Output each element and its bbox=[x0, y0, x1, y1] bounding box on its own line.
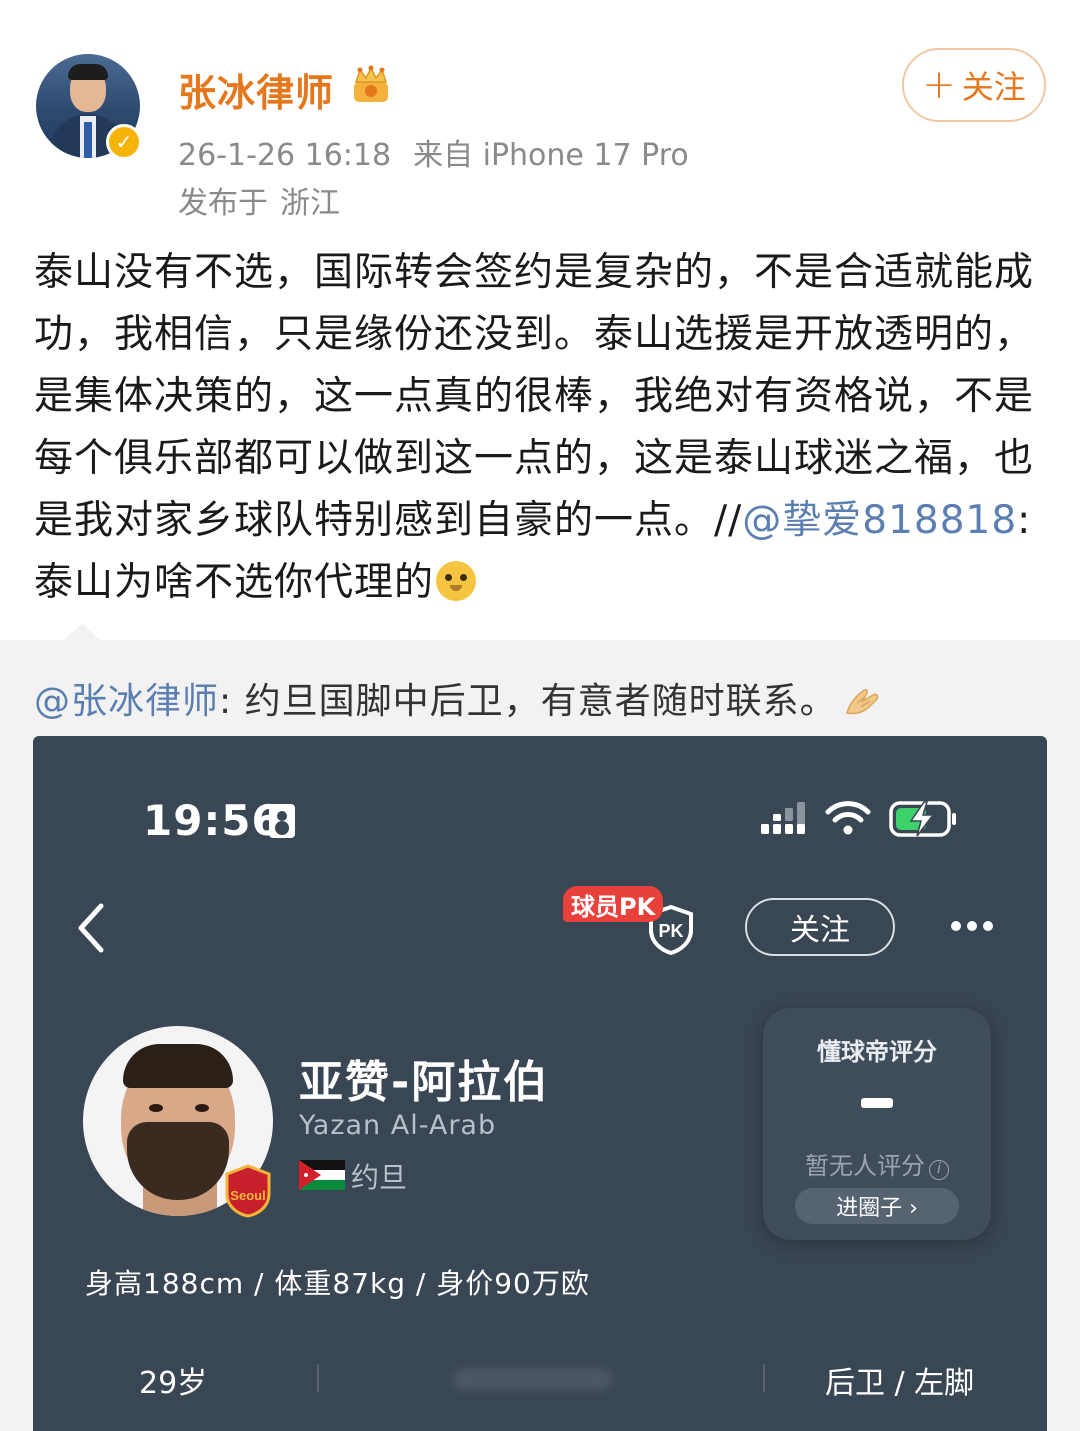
rating-card: 懂球帝评分 暂无人评分 i 进圈子 › bbox=[763, 1008, 991, 1240]
repost-pointer bbox=[64, 624, 100, 640]
stat-height: 身高188cm bbox=[85, 1267, 245, 1300]
rating-title: 懂球帝评分 bbox=[817, 1038, 937, 1066]
repost-area[interactable]: @张冰律师: 约旦国脚中后卫，有意者随时联系。 19:56 球员PK PK 关注… bbox=[0, 624, 1080, 1431]
weibo-post: ✓ 张冰律师 26-1-26 16:18 来自 iPhone 17 Pro 发布于… bbox=[0, 0, 1080, 640]
player-profile-screenshot[interactable]: 19:56 球员PK PK 关注 Seoul 亚赞-阿拉伯 Yazan Al-A… bbox=[33, 736, 1047, 1431]
player-name: 亚赞-阿拉伯 bbox=[299, 1057, 550, 1108]
player-pk-badge[interactable]: 球员PK bbox=[563, 886, 664, 922]
avatar-hair bbox=[68, 64, 108, 80]
follow-label: 关注 bbox=[961, 68, 1026, 106]
post-source: 来自 iPhone 17 Pro bbox=[413, 138, 689, 173]
username[interactable]: 张冰律师 bbox=[178, 62, 334, 117]
dog-emoji-icon bbox=[436, 561, 477, 601]
avatar-tie bbox=[84, 122, 92, 158]
id-card-icon bbox=[269, 804, 295, 838]
no-rating-text: 暂无人评分 i bbox=[763, 1146, 991, 1181]
plus-icon: + bbox=[922, 62, 956, 108]
player-age: 29岁 bbox=[139, 1366, 208, 1401]
location-value: 浙江 bbox=[280, 186, 340, 221]
repost-mention-link[interactable]: @张冰律师 bbox=[34, 681, 219, 722]
quoted-mention-link[interactable]: @挚爱818818 bbox=[742, 498, 1017, 543]
back-chevron-icon[interactable] bbox=[73, 902, 109, 954]
jordan-flag-icon bbox=[299, 1160, 345, 1190]
more-options-icon[interactable] bbox=[949, 914, 995, 938]
repost-line: @张冰律师: 约旦国脚中后卫，有意者随时联系。 bbox=[34, 672, 883, 724]
player-stats: 身高188cm体重87kg身价90万欧 bbox=[85, 1262, 590, 1302]
post-location: 发布于 浙江 bbox=[178, 178, 340, 222]
signal-icon bbox=[761, 802, 805, 834]
player-hair bbox=[123, 1044, 233, 1088]
pk-shield-label: PK bbox=[658, 921, 683, 941]
player-follow-button[interactable]: 关注 bbox=[745, 898, 895, 956]
battery-charging-icon bbox=[889, 801, 956, 837]
verified-badge-icon: ✓ bbox=[106, 124, 142, 160]
club-badge-label: Seoul bbox=[230, 1188, 265, 1203]
status-time: 19:56 bbox=[143, 796, 282, 845]
player-name-en: Yazan Al-Arab bbox=[299, 1110, 497, 1141]
player-attributes-row: 29岁 后卫 / 左脚 bbox=[33, 1354, 1047, 1404]
no-rating-label: 暂无人评分 bbox=[805, 1152, 925, 1180]
player-eyes bbox=[149, 1104, 163, 1112]
rating-empty-dash bbox=[861, 1098, 893, 1108]
post-meta: 26-1-26 16:18 来自 iPhone 17 Pro bbox=[178, 130, 689, 174]
player-position-foot: 后卫 / 左脚 bbox=[825, 1366, 975, 1401]
follow-button[interactable]: + 关注 bbox=[902, 48, 1046, 122]
club-badge-icon: Seoul bbox=[225, 1164, 271, 1218]
post-body: 泰山没有不选，国际转会签约是复杂的，不是合适就能成功，我相信，只是缘份还没到。泰… bbox=[34, 242, 1044, 614]
wifi-icon bbox=[825, 801, 871, 835]
post-timestamp: 26-1-26 16:18 bbox=[178, 138, 392, 173]
crown-icon bbox=[354, 65, 388, 102]
info-icon[interactable]: i bbox=[929, 1160, 949, 1180]
divider bbox=[317, 1364, 319, 1392]
stat-value: 身价90万欧 bbox=[406, 1267, 590, 1300]
enter-circle-button[interactable]: 进圈子 › bbox=[795, 1188, 959, 1224]
stat-weight: 体重87kg bbox=[244, 1267, 406, 1300]
divider bbox=[763, 1364, 765, 1392]
player-country: 约旦 bbox=[351, 1161, 408, 1194]
blurred-field bbox=[453, 1368, 613, 1390]
praying-hands-icon bbox=[845, 689, 878, 715]
repost-text: : 约旦国脚中后卫，有意者随时联系。 bbox=[219, 681, 837, 722]
location-label: 发布于 bbox=[178, 186, 268, 221]
